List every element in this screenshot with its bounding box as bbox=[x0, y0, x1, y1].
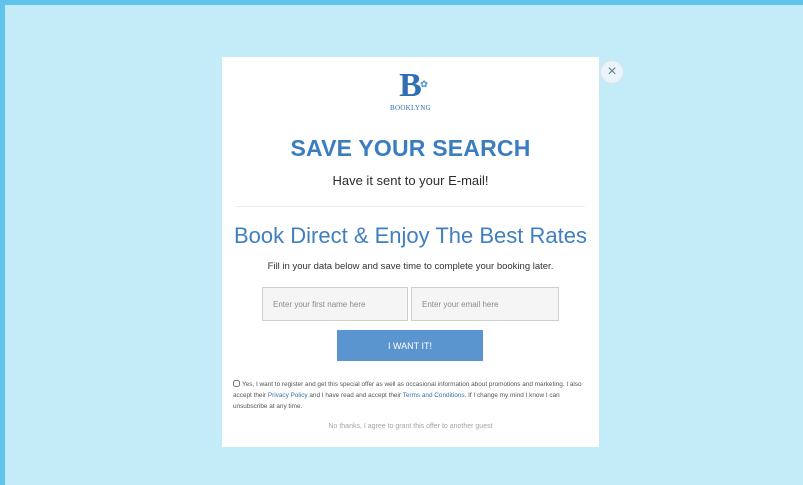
logo-mark: B ✿ bbox=[399, 67, 428, 104]
logo-text: BOOKLYNG bbox=[390, 104, 431, 112]
save-search-popup: B ✿ BOOKLYNG SAVE YOUR SEARCH Have it sen… bbox=[222, 57, 599, 447]
consent-text: Yes, I want to register and get this spe… bbox=[233, 380, 582, 410]
consent-checkbox[interactable] bbox=[233, 380, 240, 387]
close-icon: × bbox=[607, 63, 617, 80]
sprig-icon: ✿ bbox=[420, 79, 428, 89]
popup-instructions: Fill in your data below and save time to… bbox=[267, 261, 554, 272]
close-button[interactable]: × bbox=[600, 60, 624, 84]
submit-button[interactable]: I WANT IT! bbox=[337, 330, 483, 361]
divider bbox=[236, 206, 585, 207]
terms-link[interactable]: Terms and Conditions bbox=[403, 392, 465, 399]
first-name-input[interactable] bbox=[262, 287, 408, 321]
decline-link[interactable]: No thanks, I agree to grant this offer t… bbox=[222, 423, 599, 430]
email-input[interactable] bbox=[411, 287, 559, 321]
popup-subtitle: Have it sent to your E-mail! bbox=[332, 173, 489, 188]
popup-headline: Book Direct & Enjoy The Best Rates bbox=[234, 223, 587, 248]
popup-title: SAVE YOUR SEARCH bbox=[290, 135, 531, 161]
privacy-policy-link[interactable]: Privacy Policy bbox=[268, 392, 308, 399]
logo: B ✿ BOOKLYNG bbox=[222, 67, 599, 113]
